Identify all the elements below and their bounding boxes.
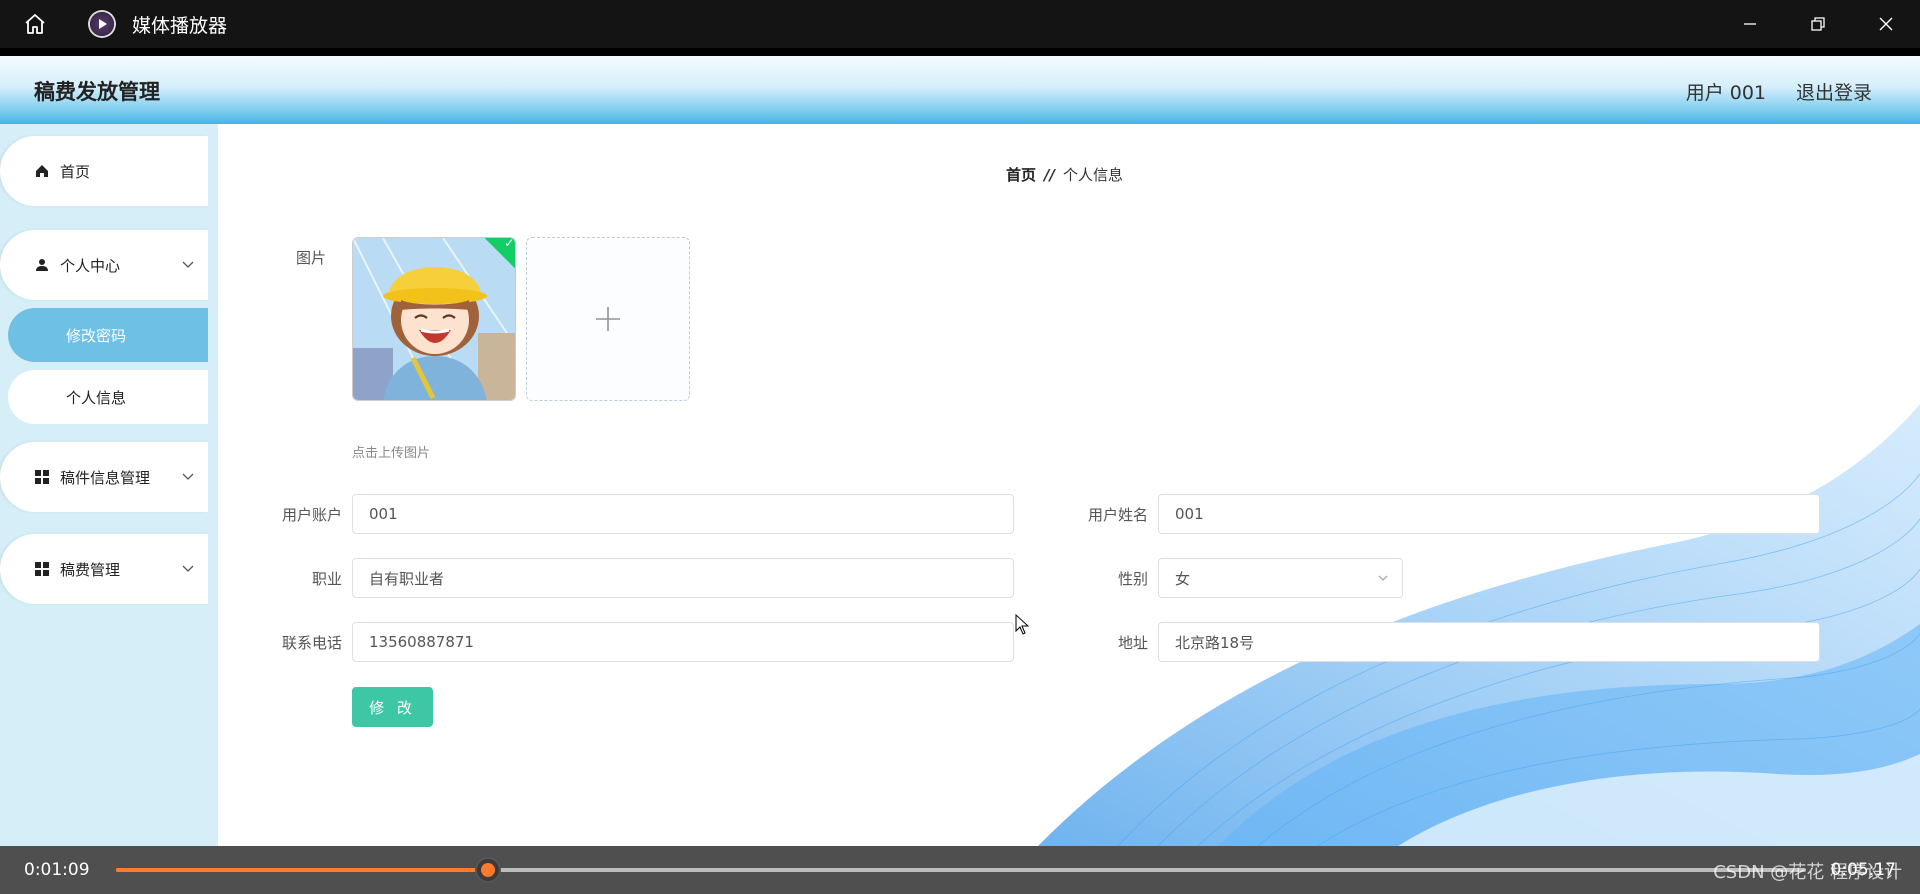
restore-icon (1811, 17, 1825, 31)
address-input[interactable]: 北京路18号 (1158, 622, 1820, 662)
current-user: 用户 001 (1685, 82, 1766, 104)
seek-bar[interactable] (116, 857, 1806, 883)
window-title: 媒体播放器 (132, 14, 228, 37)
mouse-cursor-icon (1015, 614, 1030, 635)
sidebar-item-personal-center[interactable]: 个人中心 (0, 230, 208, 300)
sidebar-subitem-label: 修改密码 (66, 326, 127, 345)
grid-icon (34, 469, 50, 485)
sidebar-subitem-personal-info[interactable]: 个人信息 (8, 370, 208, 424)
titlebar-divider (0, 48, 1920, 56)
upload-tip: 点击上传图片 (352, 446, 431, 461)
image-label: 图片 (296, 249, 327, 267)
watermark-text: CSDN @花花 程序设计 (1713, 862, 1902, 883)
grid-icon (34, 561, 50, 577)
chevron-down-icon (182, 470, 194, 484)
chevron-down-icon (1378, 575, 1388, 581)
logout-button[interactable]: 退出登录 (1796, 78, 1872, 105)
job-input[interactable]: 自有职业者 (352, 558, 1014, 598)
sidebar-item-label: 稿费管理 (60, 560, 121, 579)
home-icon (34, 163, 50, 179)
sidebar: 首页 个人中心 修改密码 个人信息 稿件信息管理 稿费管理 (0, 124, 218, 846)
image-upload-button[interactable] (526, 237, 690, 401)
address-label: 地址 (1117, 634, 1148, 652)
sidebar-subitem-label: 个人信息 (66, 388, 127, 407)
account-input[interactable]: 001 (352, 494, 1014, 534)
sidebar-item-home[interactable]: 首页 (0, 136, 208, 206)
gender-selected-value: 女 (1175, 569, 1191, 588)
background-wave-decoration (1038, 404, 1920, 846)
window-titlebar: 媒体播放器 (0, 0, 1920, 48)
breadcrumb: 首页 // 个人信息 (1006, 164, 1123, 185)
breadcrumb-separator: // (1044, 166, 1055, 184)
sidebar-item-manuscript-info[interactable]: 稿件信息管理 (0, 442, 208, 512)
modify-button[interactable]: 修 改 (352, 687, 433, 727)
seek-bar-progress (116, 868, 488, 872)
app-header: 稿费发放管理 用户 001 退出登录 (0, 56, 1920, 124)
close-button[interactable] (1852, 0, 1920, 48)
minimize-icon (1744, 23, 1756, 25)
breadcrumb-home[interactable]: 首页 (1006, 166, 1036, 184)
gender-label: 性别 (1117, 570, 1148, 588)
gender-select[interactable]: 女 (1158, 558, 1403, 598)
phone-label: 联系电话 (281, 634, 342, 652)
name-input[interactable]: 001 (1158, 494, 1820, 534)
restore-button[interactable] (1784, 0, 1852, 48)
plus-icon (596, 307, 620, 331)
minimize-button[interactable] (1716, 0, 1784, 48)
sidebar-item-label: 个人中心 (60, 256, 121, 275)
chevron-down-icon (182, 258, 194, 272)
job-label: 职业 (311, 570, 342, 588)
close-icon (1879, 17, 1893, 31)
name-label: 用户姓名 (1087, 506, 1148, 524)
sidebar-item-label: 稿件信息管理 (60, 468, 151, 487)
sidebar-item-fee-mgmt[interactable]: 稿费管理 (0, 534, 208, 604)
breadcrumb-current: 个人信息 (1062, 166, 1123, 184)
sidebar-item-label: 首页 (60, 162, 91, 181)
current-time: 0:01:09 (24, 860, 90, 880)
app-title: 稿费发放管理 (34, 80, 160, 104)
media-player-logo-icon (88, 10, 116, 38)
seek-bar-handle[interactable] (474, 857, 501, 883)
media-player-controls: 0:01:09 0:05:17 CSDN @花花 程序设计 (0, 846, 1920, 894)
main-content: 首页 // 个人信息 图片 ✓ 点击上传图片 用户账户 001 用户姓名 001 职… (218, 124, 1920, 846)
avatar-illustration (353, 238, 515, 400)
home-icon (25, 14, 45, 34)
phone-input[interactable]: 13560887871 (352, 622, 1014, 662)
sidebar-subitem-change-password[interactable]: 修改密码 (8, 308, 208, 362)
uploaded-avatar-image[interactable]: ✓ (352, 237, 516, 401)
check-icon: ✓ (504, 237, 515, 250)
account-label: 用户账户 (281, 506, 342, 524)
home-button[interactable] (0, 0, 70, 48)
user-icon (34, 257, 50, 273)
chevron-down-icon (182, 562, 194, 576)
